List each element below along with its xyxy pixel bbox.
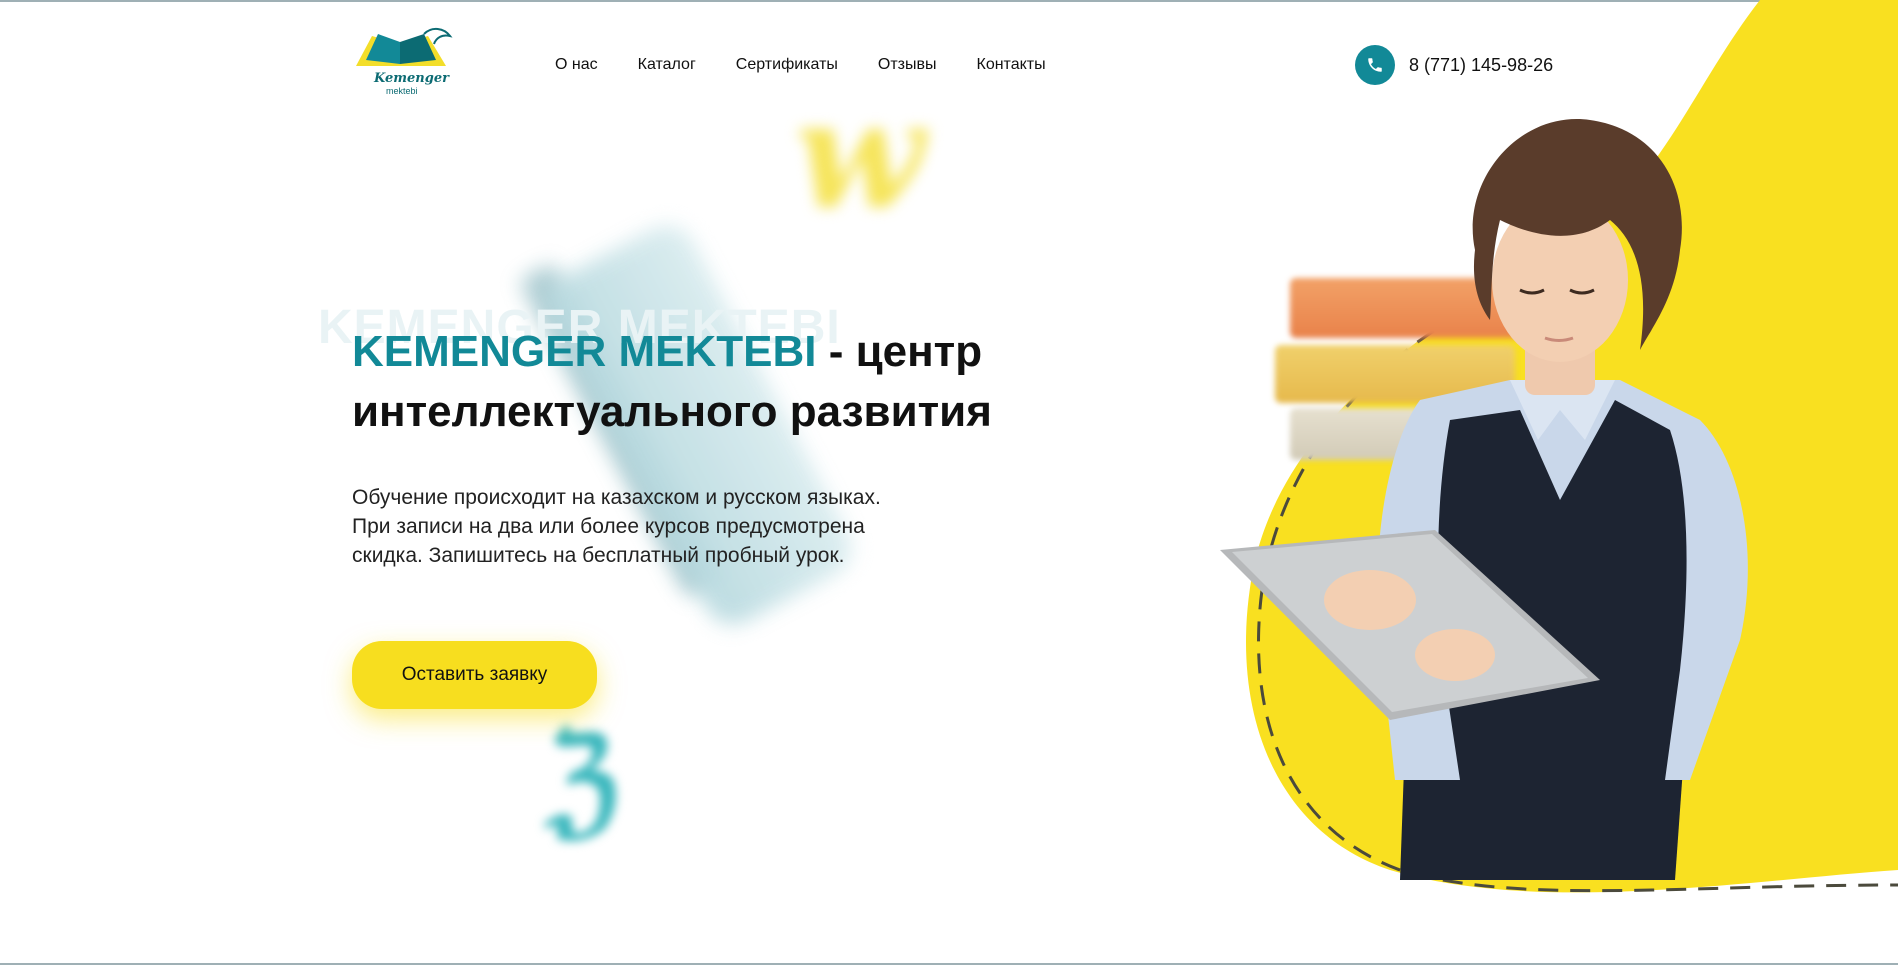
nav-reviews[interactable]: Отзывы [878, 56, 937, 74]
hero-description: Обучение происходит на казахском и русск… [352, 486, 881, 567]
hero-title-brand: KEMENGER MEKTEBI [352, 327, 817, 376]
blurred-letter-decoration: w [795, 67, 925, 243]
logo-name: Kemenger [374, 71, 449, 86]
top-border [0, 0, 1898, 2]
student-with-tablet-image [1220, 119, 1748, 880]
nav-catalog[interactable]: Каталог [638, 56, 696, 74]
main-nav: О нас Каталог Сертификаты Отзывы Контакт… [555, 56, 1086, 74]
hero-title: KEMENGER MEKTEBI - центр интеллектуально… [352, 322, 1052, 442]
submit-request-button[interactable]: Оставить заявку [352, 641, 597, 709]
phone-number[interactable]: 8 (771) 145-98-26 [1409, 55, 1553, 76]
logo[interactable]: Kemenger mektebi [352, 24, 454, 102]
blurred-figure-decoration: ℨ [545, 709, 619, 850]
phone-contact[interactable]: 8 (771) 145-98-26 [1355, 45, 1553, 85]
logo-subtitle: mektebi [386, 86, 418, 96]
nav-about[interactable]: О нас [555, 56, 598, 74]
nav-contacts[interactable]: Контакты [977, 56, 1046, 74]
phone-icon[interactable] [1355, 45, 1395, 85]
nav-certificates[interactable]: Сертификаты [736, 56, 838, 74]
